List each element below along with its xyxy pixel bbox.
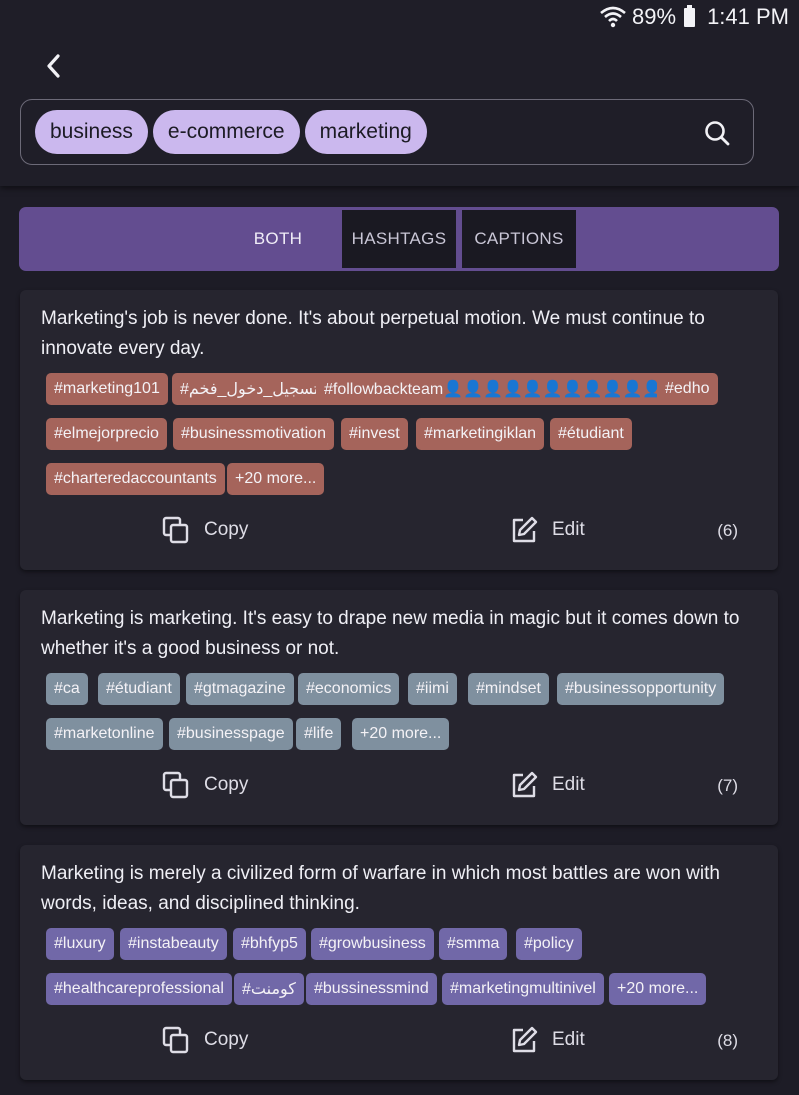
copy-button[interactable]: Copy	[162, 771, 248, 799]
hashtag-chip[interactable]: #charteredaccountants	[46, 463, 225, 495]
wifi-icon	[600, 6, 626, 28]
edit-label: Edit	[552, 1029, 585, 1050]
hashtag-chip[interactable]: #gtmagazine	[186, 673, 294, 705]
copy-label: Copy	[204, 774, 249, 795]
hashtag-chip[interactable]: #healthcareprofessional	[46, 973, 232, 1005]
hashtag-chip[interactable]: #marketingiklan	[416, 418, 545, 450]
hashtag-chip[interactable]: #policy	[516, 928, 582, 960]
hashtag-chip[interactable]: #instabeauty	[120, 928, 227, 960]
tab-hashtags[interactable]: HASHTAGS	[342, 210, 456, 268]
hashtag-chip[interactable]: #businessmotivation	[173, 418, 334, 450]
copy-label: Copy	[204, 519, 249, 540]
hashtag-chip[interactable]: #marketonline	[46, 718, 163, 750]
hashtag-chip[interactable]: #كومنت	[234, 973, 304, 1005]
chip-business[interactable]: business	[35, 110, 148, 154]
edit-icon	[512, 1026, 538, 1053]
hashtag-chip[interactable]: #marketingmultinivel	[442, 973, 604, 1005]
tag-search-field[interactable]: business e-commerce marketing	[20, 99, 754, 165]
hashtag-chip[interactable]: #elmejorprecio	[46, 418, 167, 450]
hashtag-chip[interactable]: #bussinessmind	[306, 973, 437, 1005]
hashtag-chip[interactable]: #luxury	[46, 928, 114, 960]
hashtag-chip[interactable]: #mindset	[468, 673, 549, 705]
edit-icon	[512, 516, 538, 543]
status-bar: 89% 1:41 PM	[0, 0, 799, 34]
hashtag-chip[interactable]: #ca	[46, 673, 88, 705]
edit-label: Edit	[552, 774, 585, 795]
caption-text: Marketing is merely a civilized form of …	[41, 863, 720, 914]
caption-card: Marketing is marketing. It's easy to dra…	[20, 590, 778, 825]
caption-text: Marketing's job is never done. It's abou…	[41, 308, 705, 359]
caption-card: Marketing's job is never done. It's abou…	[20, 290, 778, 570]
search-icon[interactable]	[703, 119, 731, 147]
hashtag-chip[interactable]: #étudiant	[550, 418, 632, 450]
more-tags-chip[interactable]: +20 more...	[227, 463, 325, 495]
chip-marketing[interactable]: marketing	[304, 110, 427, 154]
hashtag-chip[interactable]: #smma	[439, 928, 508, 960]
hashtag-chip[interactable]: #economics	[298, 673, 400, 705]
hashtag-chip[interactable]: #businessopportunity	[557, 673, 725, 705]
hashtag-chip[interactable]: #bhfyp5	[233, 928, 306, 960]
filter-tabs: BOTH HASHTAGS CAPTIONS	[19, 207, 779, 271]
copy-icon	[162, 771, 189, 799]
edit-button[interactable]: Edit	[510, 516, 585, 544]
caption-text: Marketing is marketing. It's easy to dra…	[41, 608, 740, 659]
copy-label: Copy	[204, 1029, 249, 1050]
caption-count: (8)	[717, 1031, 738, 1050]
copy-button[interactable]: Copy	[162, 516, 248, 544]
tab-both[interactable]: BOTH	[240, 210, 316, 268]
hashtag-chip[interactable]: #marketing101	[46, 373, 168, 405]
hashtag-chip[interactable]: #edho	[657, 373, 718, 405]
caption-count: (7)	[717, 776, 738, 795]
battery-percent: 89%	[632, 4, 677, 29]
hashtag-chip[interactable]: #life	[296, 718, 342, 750]
hashtag-chip[interactable]: #businesspage	[169, 718, 293, 750]
more-tags-chip[interactable]: +20 more...	[352, 718, 450, 750]
caption-card: Marketing is merely a civilized form of …	[20, 845, 778, 1080]
hashtag-chip[interactable]: #étudiant	[98, 673, 180, 705]
copy-button[interactable]: Copy	[162, 1026, 248, 1054]
hashtag-chip[interactable]: #iimi	[408, 673, 457, 705]
hashtag-chip[interactable]: #invest	[341, 418, 408, 450]
hashtag-chip[interactable]: #growbusiness	[311, 928, 434, 960]
edit-button[interactable]: Edit	[510, 771, 585, 799]
edit-label: Edit	[552, 519, 585, 540]
chip-e-commerce[interactable]: e-commerce	[152, 110, 300, 154]
edit-icon	[512, 771, 538, 798]
caption-count: (6)	[717, 521, 738, 540]
back-arrow-icon[interactable]	[36, 48, 72, 84]
hashtag-chip[interactable]: #تسجيل_دخول_فخم	[172, 373, 327, 405]
copy-icon	[162, 1026, 189, 1054]
tab-captions[interactable]: CAPTIONS	[462, 210, 576, 268]
battery-icon	[684, 4, 696, 27]
copy-icon	[162, 516, 189, 544]
clock: 1:41 PM	[707, 4, 789, 29]
hashtag-chip[interactable]: #followbackteam👤👤👤👤👤👤👤👤👤👤👤	[316, 373, 671, 405]
edit-button[interactable]: Edit	[510, 1026, 585, 1054]
more-tags-chip[interactable]: +20 more...	[609, 973, 707, 1005]
